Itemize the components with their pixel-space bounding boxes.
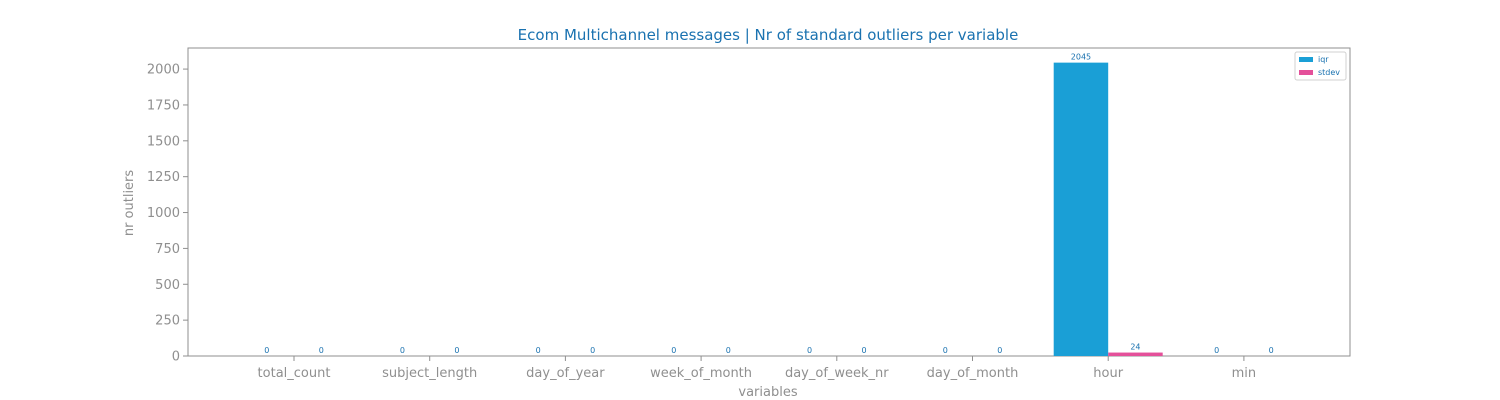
data-label-stdev: 0 (862, 346, 867, 355)
data-label-iqr: 0 (400, 346, 405, 355)
data-label-stdev: 24 (1130, 343, 1140, 352)
chart-title: Ecom Multichannel messages | Nr of stand… (518, 26, 1019, 44)
legend: iqr stdev (1294, 51, 1347, 81)
data-label-iqr: 0 (807, 346, 812, 355)
chart: Ecom Multichannel messages | Nr of stand… (122, 26, 1351, 400)
y-tick-label: 1500 (147, 134, 180, 149)
y-tick-label: 0 (172, 350, 180, 365)
data-label-iqr: 0 (264, 346, 269, 355)
data-label-iqr: 0 (671, 346, 676, 355)
legend-label-iqr: iqr (1318, 55, 1329, 64)
y-tick-label: 1000 (147, 206, 180, 221)
legend-swatch-iqr (1299, 57, 1313, 62)
legend-swatch-stdev (1299, 70, 1313, 75)
data-label-stdev: 0 (454, 346, 459, 355)
plot-frame (187, 47, 1351, 357)
data-label-iqr: 0 (536, 346, 541, 355)
x-tick-label: subject_length (382, 366, 477, 381)
x-tick-label: week_of_month (650, 366, 752, 381)
y-tick-label: 500 (155, 278, 180, 293)
data-label-iqr: 0 (943, 346, 948, 355)
data-label-stdev: 0 (1269, 346, 1274, 355)
y-tick-label: 750 (155, 242, 180, 257)
data-label-stdev: 0 (726, 346, 731, 355)
data-label-iqr: 2045 (1071, 53, 1091, 62)
data-label-stdev: 0 (319, 346, 324, 355)
data-label-stdev: 0 (997, 346, 1002, 355)
x-axis-label: variables (738, 385, 797, 400)
y-tick-label: 250 (155, 314, 180, 329)
plot-area: 0 250 500 750 1000 1250 1500 1750 2000 total_coun… (147, 47, 1351, 381)
y-tick-label: 2000 (147, 63, 180, 78)
bar-iqr (1053, 62, 1109, 357)
x-tick-label: day_of_week_nr (785, 366, 889, 381)
y-tick-label: 1750 (147, 98, 180, 113)
x-tick-label: day_of_year (526, 366, 605, 381)
y-tick-label: 1250 (147, 170, 180, 185)
data-label-iqr: 0 (1214, 346, 1219, 355)
x-tick-label: min (1232, 366, 1257, 381)
x-tick-label: total_count (258, 366, 331, 381)
bar-stdev (1108, 352, 1163, 356)
x-tick-label: hour (1093, 366, 1123, 381)
x-tick-label: day_of_month (927, 366, 1019, 381)
legend-label-stdev: stdev (1318, 68, 1340, 77)
y-axis-label: nr outliers (122, 170, 137, 237)
data-label-stdev: 0 (590, 346, 595, 355)
